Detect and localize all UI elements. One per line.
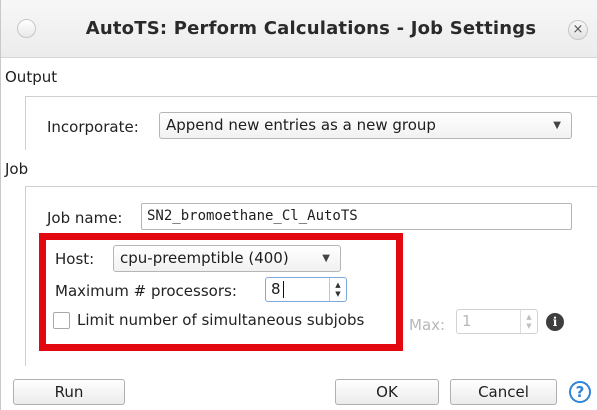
job-settings-dialog: AutoTS: Perform Calculations - Job Setti…: [0, 0, 597, 410]
chevron-down-icon: ▼: [553, 120, 561, 131]
window-menu-button[interactable]: [17, 19, 36, 38]
help-icon[interactable]: ?: [569, 381, 591, 403]
max-subjobs-value: 1: [462, 312, 472, 330]
job-name-value: SN2_bromoethane_Cl_AutoTS: [147, 208, 358, 224]
close-button[interactable]: ×: [568, 20, 588, 40]
window-title: AutoTS: Perform Calculations - Job Setti…: [85, 18, 537, 39]
info-icon[interactable]: i: [546, 313, 564, 331]
job-name-label: Job name:: [47, 209, 123, 227]
max-subjobs-spinbox[interactable]: 1 ▲ ▼: [456, 309, 538, 334]
output-section-label: Output: [5, 68, 58, 86]
job-section-label: Job: [5, 160, 29, 178]
incorporate-value: Append new entries as a new group: [166, 116, 436, 134]
max-subjobs-spin-arrows[interactable]: ▲ ▼: [520, 310, 537, 333]
close-icon: ×: [572, 22, 584, 37]
run-button[interactable]: Run: [13, 379, 125, 405]
spin-down-icon[interactable]: ▼: [526, 322, 531, 331]
max-subjobs-label: Max:: [409, 316, 446, 334]
highlight-frame: [39, 233, 403, 351]
cancel-button[interactable]: Cancel: [450, 379, 557, 405]
ok-button[interactable]: OK: [335, 379, 439, 405]
title-bar: AutoTS: Perform Calculations - Job Setti…: [1, 0, 597, 58]
incorporate-dropdown[interactable]: Append new entries as a new group ▼: [159, 112, 572, 139]
spin-up-icon[interactable]: ▲: [526, 313, 531, 322]
job-name-input[interactable]: SN2_bromoethane_Cl_AutoTS: [141, 203, 572, 230]
incorporate-label: Incorporate:: [47, 118, 139, 136]
